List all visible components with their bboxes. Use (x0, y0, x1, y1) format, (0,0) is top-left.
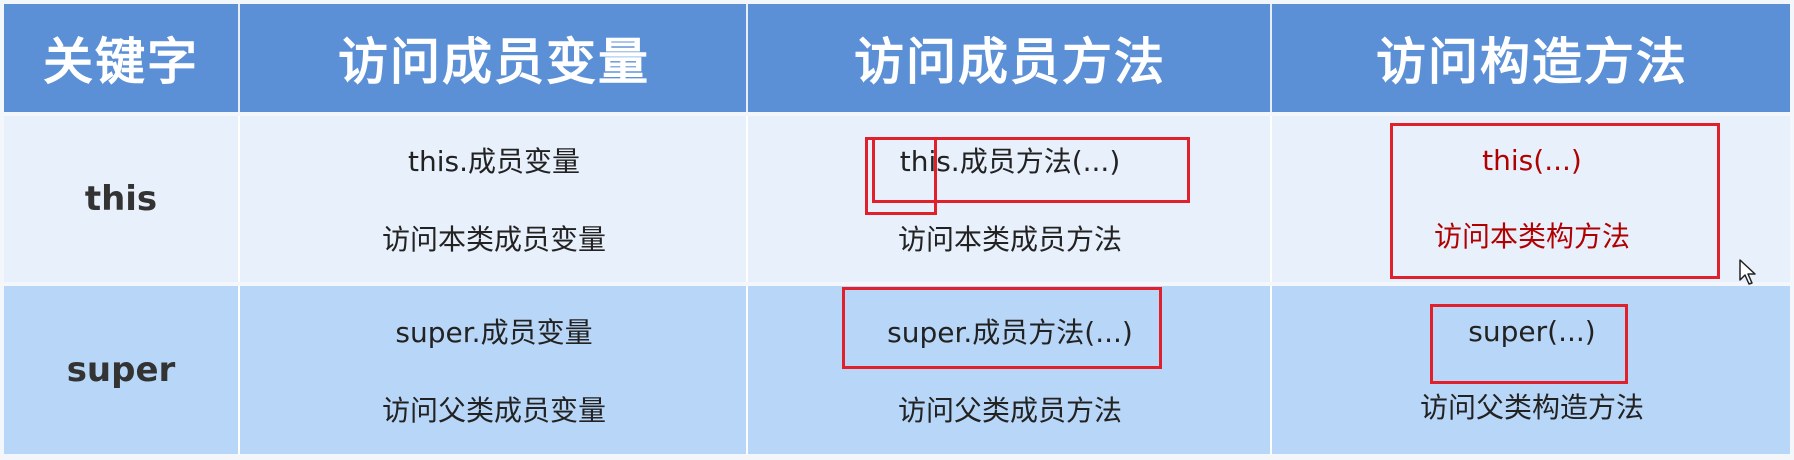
this-member-method-desc: 访问本类成员方法 (897, 223, 1122, 256)
row-keyword-cell: super (4, 286, 240, 454)
mouse-pointer-icon (1739, 259, 1756, 285)
table-row-super: super super.成员变量 访问父类成员变量 super.成员方法(...… (4, 286, 1790, 454)
super-member-method-desc: 访问父类成员方法 (897, 394, 1122, 427)
super-member-variable-desc: 访问父类成员变量 (381, 394, 606, 427)
this-constructor-desc: 访问本类构方法 (1433, 219, 1630, 253)
super-constructor-cell: super(...) 访问父类构造方法 (1274, 286, 1790, 454)
comparison-table: 关键字 访问成员变量 访问成员方法 访问构造方法 this this.成员变量 … (4, 4, 1790, 454)
super-constructor-code: super(...) (1468, 314, 1596, 348)
table-row-this: this this.成员变量 访问本类成员变量 this.成员方法(...) 访… (4, 116, 1790, 282)
this-member-variable-desc: 访问本类成员变量 (381, 223, 606, 256)
this-member-variable-code: this.成员变量 (408, 145, 580, 178)
super-member-variable-code: super.成员变量 (395, 316, 593, 349)
header-keyword: 关键字 (4, 4, 240, 112)
super-member-variable-cell: super.成员变量 访问父类成员变量 (242, 286, 748, 454)
header-member-variable: 访问成员变量 (242, 4, 748, 112)
this-constructor-code: this(...) (1482, 143, 1582, 177)
header-member-method: 访问成员方法 (750, 4, 1272, 112)
super-member-method-cell: super.成员方法(...) 访问父类成员方法 (750, 286, 1272, 454)
row-keyword-cell: this (4, 116, 240, 282)
this-constructor-cell: this(...) 访问本类构方法 (1274, 116, 1790, 282)
header-constructor: 访问构造方法 (1376, 33, 1688, 91)
super-constructor-desc: 访问父类构造方法 (1419, 390, 1644, 424)
this-member-variable-cell: this.成员变量 访问本类成员变量 (242, 116, 748, 282)
this-member-method-code: this.成员方法(...) (899, 145, 1121, 178)
keyword-super: super (66, 350, 176, 390)
this-member-method-cell: this.成员方法(...) 访问本类成员方法 (750, 116, 1272, 282)
super-member-method-code: super.成员方法(...) (887, 316, 1133, 349)
keyword-this: this (84, 179, 158, 219)
table-header-row: 关键字 访问成员变量 访问成员方法 访问构造方法 (4, 4, 1790, 112)
